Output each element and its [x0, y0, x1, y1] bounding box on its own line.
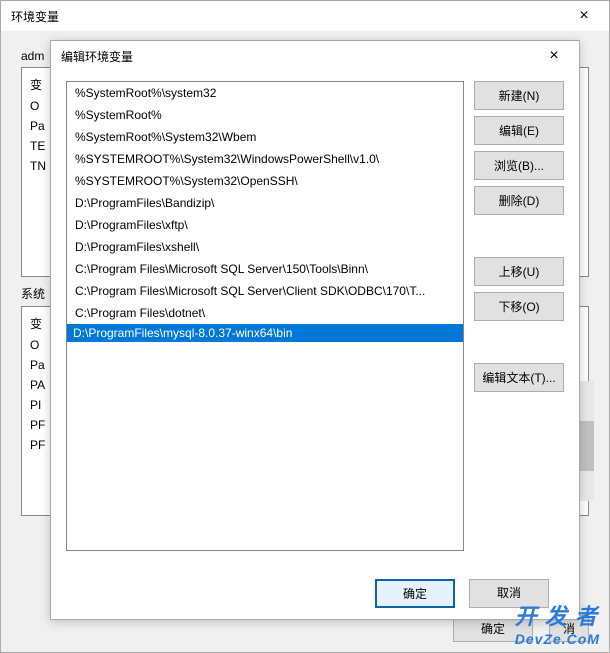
path-list-item[interactable]: %SystemRoot%: [67, 104, 463, 126]
dialog-title: 编辑环境变量: [61, 48, 133, 65]
moveup-button[interactable]: 上移(U): [474, 257, 564, 286]
path-list-item[interactable]: C:\Program Files\Microsoft SQL Server\Cl…: [67, 280, 463, 302]
delete-button[interactable]: 删除(D): [474, 186, 564, 215]
dialog-titlebar: 编辑环境变量 ×: [51, 41, 579, 71]
edittext-button[interactable]: 编辑文本(T)...: [474, 363, 564, 392]
cancel-button[interactable]: 取消: [469, 579, 549, 608]
path-list-item[interactable]: %SYSTEMROOT%\System32\OpenSSH\: [67, 170, 463, 192]
dialog-body: %SystemRoot%\system32%SystemRoot%%System…: [51, 71, 579, 569]
new-button[interactable]: 新建(N): [474, 81, 564, 110]
spacer: [474, 221, 564, 251]
side-buttons: 新建(N) 编辑(E) 浏览(B)... 删除(D) 上移(U) 下移(O) 编…: [474, 81, 564, 551]
path-list-item[interactable]: %SYSTEMROOT%\System32\WindowsPowerShell\…: [67, 148, 463, 170]
path-list-item[interactable]: D:\ProgramFiles\xftp\: [67, 214, 463, 236]
path-list-item[interactable]: %SystemRoot%\system32: [67, 82, 463, 104]
spacer: [474, 327, 564, 357]
path-list-item[interactable]: C:\Program Files\dotnet\: [67, 302, 463, 324]
browse-button[interactable]: 浏览(B)...: [474, 151, 564, 180]
close-icon[interactable]: ×: [569, 7, 599, 25]
dialog-footer: 确定 取消: [51, 569, 579, 608]
path-list-item[interactable]: D:\ProgramFiles\Bandizip\: [67, 192, 463, 214]
path-list-item[interactable]: D:\ProgramFiles\xshell\: [67, 236, 463, 258]
path-list-item[interactable]: D:\ProgramFiles\mysql-8.0.37-winx64\bin: [67, 324, 463, 342]
movedown-button[interactable]: 下移(O): [474, 292, 564, 321]
scrollbar-thumb[interactable]: [578, 421, 594, 471]
close-icon[interactable]: ×: [539, 47, 569, 65]
edit-env-var-dialog: 编辑环境变量 × %SystemRoot%\system32%SystemRoo…: [50, 40, 580, 620]
edit-button[interactable]: 编辑(E): [474, 116, 564, 145]
ok-button[interactable]: 确定: [375, 579, 455, 608]
path-list-item[interactable]: %SystemRoot%\System32\Wbem: [67, 126, 463, 148]
parent-titlebar: 环境变量 ×: [1, 1, 609, 31]
parent-title: 环境变量: [11, 8, 59, 25]
path-list-item[interactable]: C:\Program Files\Microsoft SQL Server\15…: [67, 258, 463, 280]
path-list[interactable]: %SystemRoot%\system32%SystemRoot%%System…: [66, 81, 464, 551]
